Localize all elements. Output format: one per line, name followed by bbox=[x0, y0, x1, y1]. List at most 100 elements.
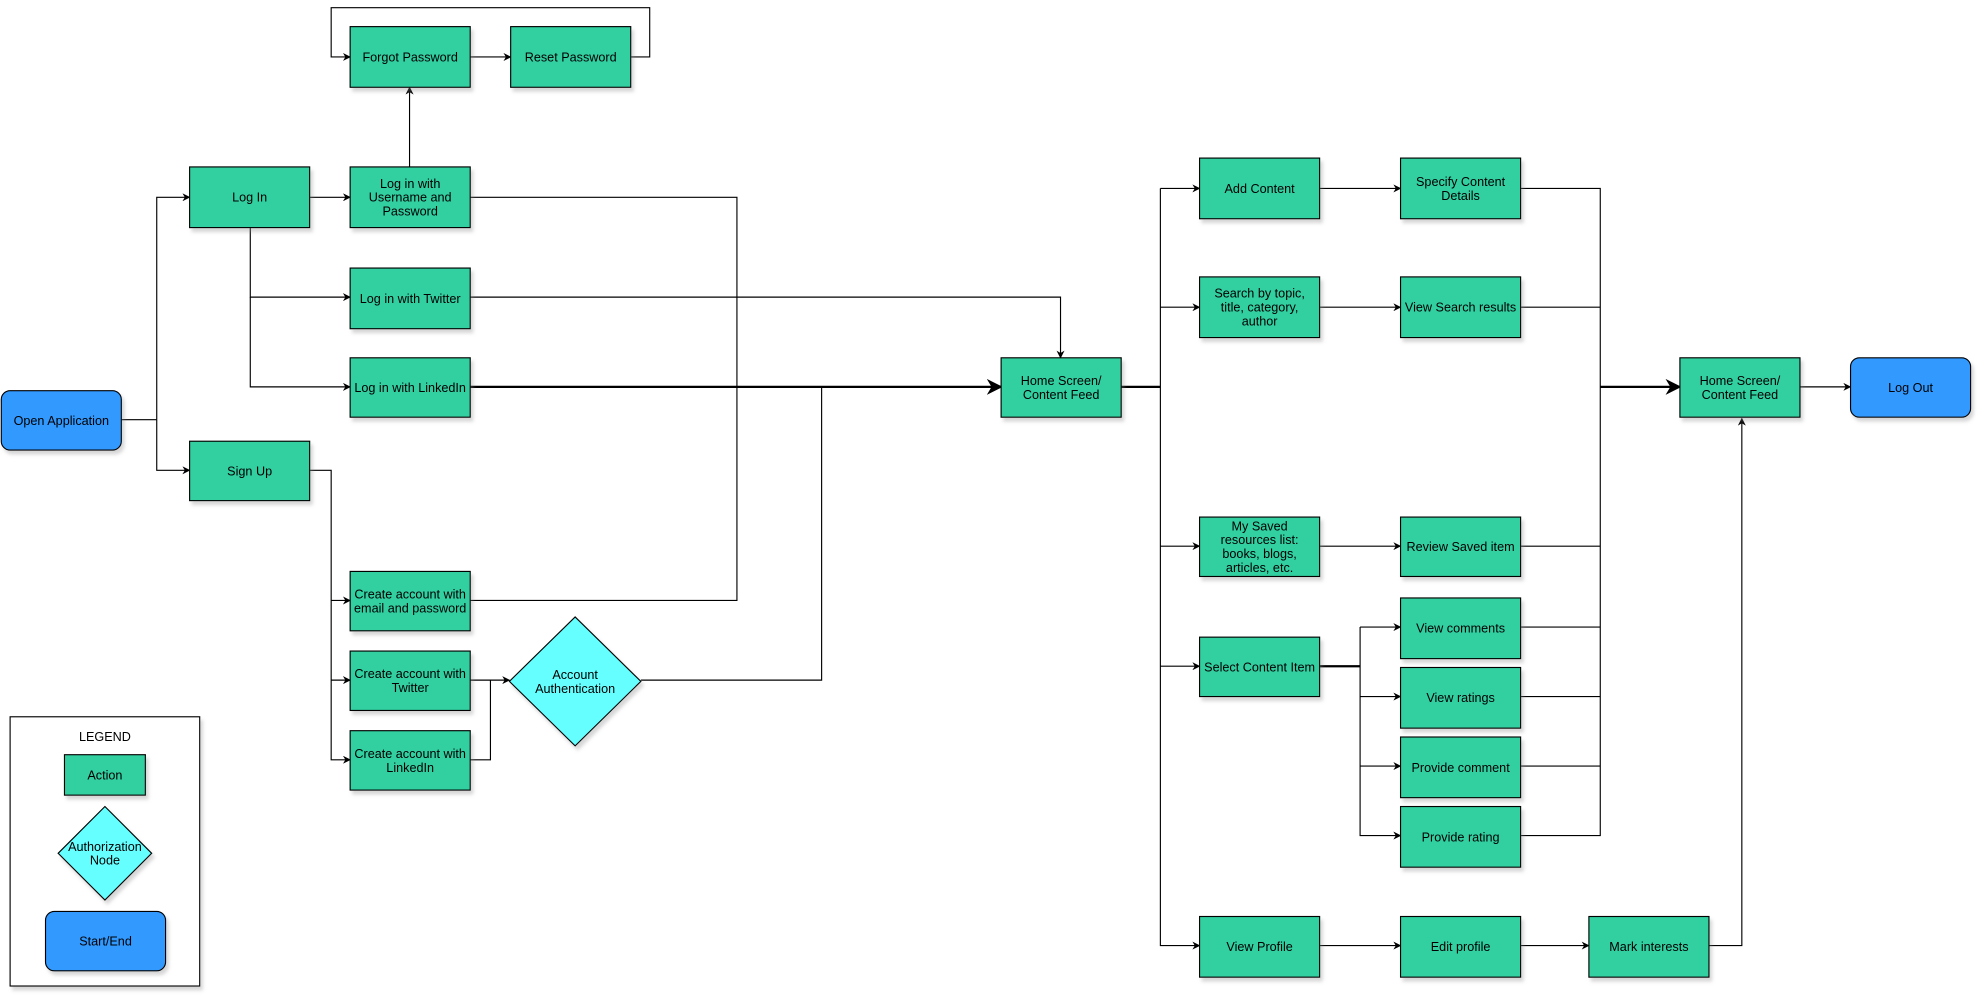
node-mark-interests[interactable]: Mark interests bbox=[1588, 915, 1710, 978]
node-login-username[interactable]: Log in with Username and Password bbox=[349, 166, 471, 229]
node-create-email[interactable]: Create account with email and password bbox=[349, 570, 471, 632]
label-line: Open Application bbox=[14, 414, 109, 428]
label-line: Mark interests bbox=[1609, 940, 1688, 954]
node-log-out[interactable]: Log Out bbox=[1849, 357, 1972, 418]
label-line: Log In bbox=[232, 191, 267, 205]
label-line: Specify Content bbox=[1416, 175, 1506, 189]
node-label: Log in with LinkedIn bbox=[354, 381, 466, 395]
label-line: Forgot Password bbox=[362, 50, 457, 64]
label-line: author bbox=[1242, 315, 1278, 329]
connectors bbox=[121, 7, 1852, 950]
node-review-saved[interactable]: Review Saved item bbox=[1399, 516, 1522, 578]
label-line: View ratings bbox=[1426, 691, 1495, 705]
flowchart: Open Application Log In Sign Up Forgot Pass… bbox=[0, 7, 1972, 987]
label-line: LinkedIn bbox=[386, 761, 434, 775]
node-label: Select Content Item bbox=[1204, 660, 1315, 674]
node-label: Action bbox=[87, 768, 122, 782]
node-account-authentication[interactable]: Account Authentication bbox=[508, 616, 642, 747]
node-label: Edit profile bbox=[1431, 940, 1491, 954]
label-line: View comments bbox=[1416, 622, 1505, 636]
node-label: Open Application bbox=[14, 414, 109, 428]
label-line: Authorization bbox=[68, 840, 142, 854]
connector-arrow bbox=[470, 680, 492, 761]
node-view-comments[interactable]: View comments bbox=[1399, 597, 1522, 660]
node-label: Home Screen/Content Feed bbox=[1700, 374, 1781, 402]
node-open-application[interactable]: Open Application bbox=[0, 390, 122, 451]
node-label: My Saved resources list: books, blogs, arti… bbox=[1221, 519, 1299, 575]
node-view-profile[interactable]: View Profile bbox=[1198, 915, 1321, 978]
node-saved-list[interactable]: My Saved resources list: books, blogs, arti… bbox=[1198, 516, 1321, 578]
label-line: articles, etc. bbox=[1226, 561, 1293, 575]
label-line: View Profile bbox=[1226, 940, 1292, 954]
node-label: Log in with Twitter bbox=[360, 292, 461, 306]
label-line: Select Content Item bbox=[1204, 660, 1315, 674]
label-line: Edit profile bbox=[1431, 940, 1491, 954]
node-label: Sign Up bbox=[227, 464, 272, 478]
node-legend-action: Action bbox=[63, 754, 146, 796]
label-line: Details bbox=[1441, 189, 1480, 203]
node-add-content[interactable]: Add Content bbox=[1198, 157, 1321, 220]
label-line: Content Feed bbox=[1023, 388, 1100, 402]
connector-arrow bbox=[470, 196, 738, 602]
label-line: Sign Up bbox=[227, 464, 272, 478]
node-log-in[interactable]: Log In bbox=[189, 166, 311, 229]
label-line: Home Screen/ bbox=[1700, 374, 1781, 388]
label-line: Add Content bbox=[1225, 182, 1296, 196]
node-search[interactable]: Search by topic, title, category, author bbox=[1198, 276, 1321, 339]
node-home-feed-1[interactable]: Home Screen/Content Feed bbox=[1000, 357, 1122, 418]
label-line: Account bbox=[552, 668, 598, 682]
node-reset-password[interactable]: Reset Password bbox=[510, 26, 632, 88]
connector-arrow bbox=[249, 297, 351, 391]
node-legend-start-end: Start/End bbox=[44, 910, 167, 972]
label-line: Review Saved item bbox=[1407, 540, 1515, 554]
node-label: Log In bbox=[232, 191, 267, 205]
label-line: View Search results bbox=[1405, 301, 1516, 315]
label-line: Node bbox=[90, 854, 120, 868]
label-line: Log in with bbox=[380, 177, 440, 191]
label-line: Provide comment bbox=[1411, 761, 1510, 775]
node-login-linkedin[interactable]: Log in with LinkedIn bbox=[349, 357, 471, 418]
node-login-twitter[interactable]: Log in with Twitter bbox=[349, 267, 471, 330]
node-label: Home Screen/Content Feed bbox=[1021, 374, 1102, 402]
node-label: Reset Password bbox=[525, 50, 617, 64]
connector-arrow bbox=[156, 419, 191, 475]
label-line: Log Out bbox=[1888, 381, 1933, 395]
connector-arrow bbox=[1159, 188, 1201, 950]
node-label: Start/End bbox=[79, 935, 132, 949]
node-label: Forgot Password bbox=[362, 50, 457, 64]
label-line: Username and bbox=[369, 191, 452, 205]
label-line: Authentication bbox=[535, 682, 615, 696]
node-label: Provide rating bbox=[1422, 830, 1500, 844]
node-view-ratings[interactable]: View ratings bbox=[1399, 666, 1522, 729]
node-label: Mark interests bbox=[1609, 940, 1688, 954]
node-label: View Search results bbox=[1405, 301, 1516, 315]
node-home-feed-2[interactable]: Home Screen/Content Feed bbox=[1679, 357, 1801, 418]
label-line: Search by topic, bbox=[1214, 287, 1305, 301]
node-label: View ratings bbox=[1426, 691, 1495, 705]
connector-arrow bbox=[640, 386, 823, 681]
node-label: View comments bbox=[1416, 622, 1505, 636]
label-line: Create account with bbox=[354, 667, 466, 681]
node-label: Add Content bbox=[1225, 182, 1296, 196]
label-line: My Saved bbox=[1232, 519, 1288, 533]
node-sign-up[interactable]: Sign Up bbox=[189, 440, 311, 502]
node-select-content[interactable]: Select Content Item bbox=[1198, 636, 1321, 698]
label-line: email and password bbox=[354, 601, 466, 615]
node-provide-comment[interactable]: Provide comment bbox=[1399, 736, 1522, 799]
node-create-linkedin[interactable]: Create account with LinkedIn bbox=[349, 730, 471, 791]
label-line: Create account with bbox=[354, 588, 466, 602]
label-line: Twitter bbox=[392, 681, 429, 695]
node-forgot-password[interactable]: Forgot Password bbox=[349, 26, 471, 88]
connector-arrow bbox=[156, 193, 191, 420]
node-edit-profile[interactable]: Edit profile bbox=[1399, 915, 1522, 978]
node-view-search-results[interactable]: View Search results bbox=[1399, 276, 1522, 339]
label-line: Content Feed bbox=[1702, 388, 1779, 402]
label-line: Action bbox=[87, 768, 122, 782]
node-label: View Profile bbox=[1226, 940, 1292, 954]
node-label: Review Saved item bbox=[1407, 540, 1515, 554]
node-provide-rating[interactable]: Provide rating bbox=[1399, 805, 1522, 868]
node-specify-details[interactable]: Specify Content Details bbox=[1399, 157, 1522, 220]
nodes: Open Application Log In Sign Up Forgot Pass… bbox=[0, 26, 1972, 978]
label-line: Home Screen/ bbox=[1021, 374, 1102, 388]
node-create-twitter[interactable]: Create account with Twitter bbox=[349, 650, 471, 712]
